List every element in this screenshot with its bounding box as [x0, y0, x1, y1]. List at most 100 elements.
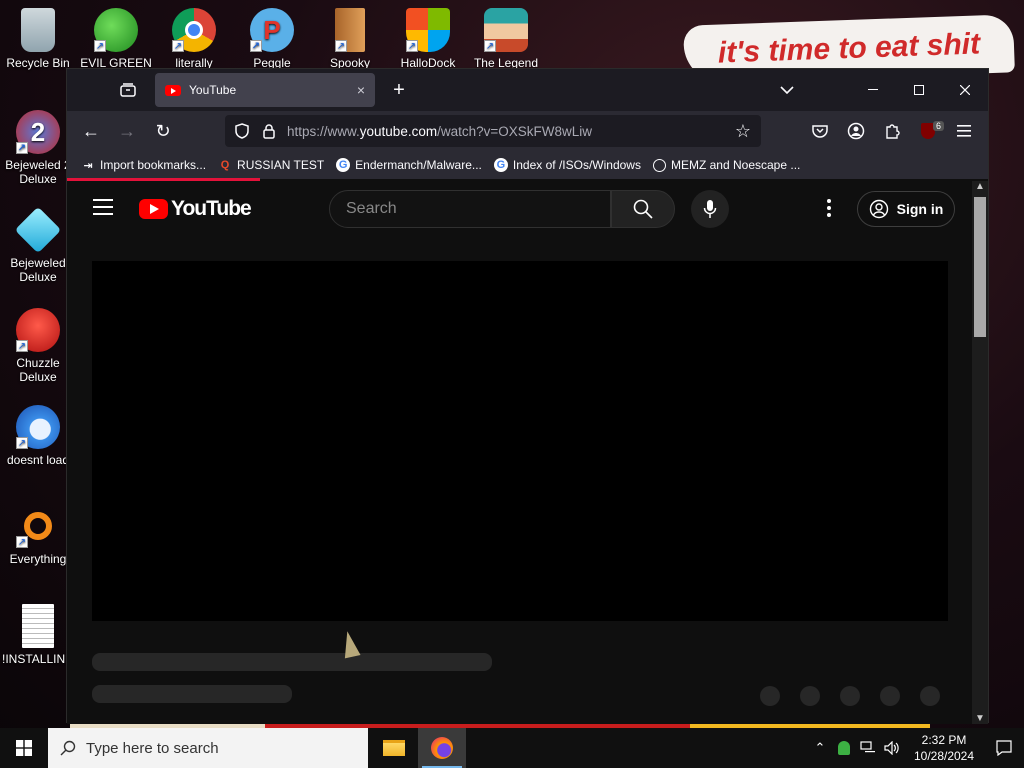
- url-bar[interactable]: https://www.youtube.com/watch?v=OXSkFW8w…: [225, 115, 761, 147]
- peggle-icon: P ↗: [250, 8, 294, 52]
- bookmark-index-isos[interactable]: G Index of /ISOs/Windows: [493, 158, 641, 172]
- settings-more-button[interactable]: [823, 199, 835, 220]
- desktop-icon-everything[interactable]: ↗ Everything: [2, 504, 74, 566]
- tab-close-icon[interactable]: ×: [357, 82, 365, 98]
- green-person-icon: [838, 741, 850, 755]
- url-path: /watch?v=OXSkFW8wLiw: [437, 123, 592, 139]
- shortcut-arrow-icon: ↗: [335, 40, 347, 52]
- network-icon: [860, 741, 875, 753]
- shortcut-arrow-icon: ↗: [172, 40, 184, 52]
- speaker-icon: [884, 741, 899, 755]
- desktop-icon-label: Everything: [9, 552, 67, 566]
- desktop-icon-recycle-bin[interactable]: Recycle Bin: [2, 8, 74, 70]
- new-tab-button[interactable]: +: [387, 79, 411, 102]
- desktop-icon-the-legend[interactable]: ↗ The Legend: [470, 8, 542, 68]
- desktop-icon-spooky[interactable]: ↗ Spooky: [314, 8, 386, 68]
- bookmark-endermanch[interactable]: G Endermanch/Malware...: [336, 158, 482, 172]
- pocket-button[interactable]: [802, 124, 838, 138]
- minimize-icon: [868, 89, 878, 90]
- account-button[interactable]: [838, 122, 874, 140]
- reload-icon: ↻: [155, 120, 171, 141]
- search-icon: [60, 740, 76, 756]
- start-button[interactable]: [0, 728, 48, 768]
- youtube-search-input[interactable]: Search: [329, 190, 611, 228]
- text-file-icon: [22, 604, 54, 648]
- desktop-icon-bejeweled[interactable]: Bejeweled Deluxe: [2, 206, 74, 284]
- desktop-icon-evil-green[interactable]: ↗ EVIL GREEN: [80, 8, 152, 68]
- tray-user-icon[interactable]: [832, 741, 856, 755]
- extension-badge: 6: [932, 121, 944, 131]
- network-button[interactable]: [856, 741, 880, 755]
- taskbar-file-explorer[interactable]: [370, 728, 418, 768]
- messenger-icon: ↗: [94, 8, 138, 52]
- google-icon: G: [336, 158, 351, 172]
- sign-in-button[interactable]: Sign in: [857, 191, 955, 227]
- guide-menu-button[interactable]: [93, 199, 113, 220]
- video-player[interactable]: [92, 261, 948, 621]
- clock-date: 10/28/2024: [913, 749, 975, 763]
- scroll-up-icon[interactable]: ▲: [972, 181, 988, 192]
- reload-button[interactable]: ↻: [145, 115, 181, 147]
- desktop-icon-doesnt-load[interactable]: ↗ doesnt load: [2, 405, 74, 467]
- notification-center-button[interactable]: [984, 740, 1024, 756]
- clock-time: 2:32 PM: [921, 733, 967, 747]
- youtube-logo[interactable]: YouTube: [139, 197, 252, 221]
- taskbar-search-placeholder: Type here to search: [86, 739, 219, 757]
- notification-icon: [996, 740, 1012, 756]
- taskbar-firefox[interactable]: [418, 728, 466, 768]
- windows-logo-icon: ↗: [406, 8, 450, 52]
- bookmark-import[interactable]: ⇥ Import bookmarks...: [81, 158, 206, 172]
- minimize-button[interactable]: [850, 69, 896, 111]
- bookmark-memz[interactable]: MEMZ and Noescape ...: [652, 158, 800, 172]
- arrow-right-icon: →: [118, 120, 136, 141]
- desktop-icon-literally[interactable]: ↗ literally: [158, 8, 230, 68]
- list-all-tabs-button[interactable]: [772, 69, 802, 111]
- volume-button[interactable]: [880, 741, 904, 755]
- youtube-logo-text: YouTube: [171, 197, 252, 220]
- system-clock[interactable]: 2:32 PM 10/28/2024: [904, 732, 984, 764]
- voice-search-button[interactable]: [691, 190, 729, 228]
- bejeweled2-icon: 2 ↗: [16, 110, 60, 154]
- youtube-favicon-icon: [165, 84, 181, 96]
- maximize-button[interactable]: [896, 69, 942, 111]
- scrollbar-thumb[interactable]: [974, 197, 986, 337]
- door-icon: ↗: [335, 8, 365, 52]
- close-button[interactable]: [942, 69, 988, 111]
- chevron-up-icon: ⌃: [814, 740, 826, 755]
- youtube-play-icon: [139, 199, 168, 219]
- forward-button[interactable]: →: [109, 115, 145, 147]
- show-hidden-icons-button[interactable]: ⌃: [808, 740, 832, 756]
- firefox-view-icon: [120, 83, 136, 97]
- desktop-icon-installing[interactable]: !INSTALLIN...: [2, 604, 75, 666]
- close-icon: [960, 85, 970, 95]
- ublock-button[interactable]: 6: [910, 121, 946, 139]
- page-scrollbar[interactable]: ▲ ▼: [972, 181, 988, 724]
- scroll-down-icon[interactable]: ▼: [972, 713, 988, 724]
- bookmark-star-icon[interactable]: ☆: [735, 121, 751, 142]
- channel-skeleton: [92, 685, 292, 703]
- chrome-icon: ↗: [172, 8, 216, 52]
- taskbar-search-box[interactable]: Type here to search: [48, 728, 368, 768]
- sign-in-label: Sign in: [896, 201, 944, 217]
- menu-button[interactable]: [946, 125, 982, 137]
- firefox-icon: [431, 737, 453, 759]
- back-button[interactable]: ←: [73, 115, 109, 147]
- desktop-icon-bejeweled-2[interactable]: 2 ↗ Bejeweled 2 Deluxe: [2, 110, 74, 186]
- desktop-icon-hallodock[interactable]: ↗ HalloDock: [392, 8, 464, 68]
- bookmark-russian-test[interactable]: Q RUSSIAN TEST: [218, 158, 324, 172]
- chevron-down-icon: [780, 86, 794, 94]
- desktop-icon-label: HalloDock: [400, 56, 456, 68]
- desktop-icon-peggle-nights[interactable]: P↗ Peggle Nights: [236, 8, 308, 68]
- diamond-icon: [14, 206, 62, 254]
- tab-youtube[interactable]: YouTube ×: [155, 73, 375, 107]
- windows-taskbar: Type here to search ⌃ 2:32 PM 10/28/2024: [0, 728, 1024, 768]
- desktop-icon-label: Peggle Nights: [253, 56, 291, 68]
- shortcut-arrow-icon: ↗: [406, 40, 418, 52]
- arrow-left-icon: ←: [82, 120, 100, 141]
- action-skeleton: [920, 686, 940, 706]
- system-tray: ⌃ 2:32 PM 10/28/2024: [808, 728, 1024, 768]
- youtube-search-button[interactable]: [611, 190, 675, 228]
- firefox-view-button[interactable]: [105, 69, 151, 111]
- desktop-icon-chuzzle[interactable]: ↗ Chuzzle Deluxe: [2, 308, 74, 384]
- extensions-button[interactable]: [874, 123, 910, 139]
